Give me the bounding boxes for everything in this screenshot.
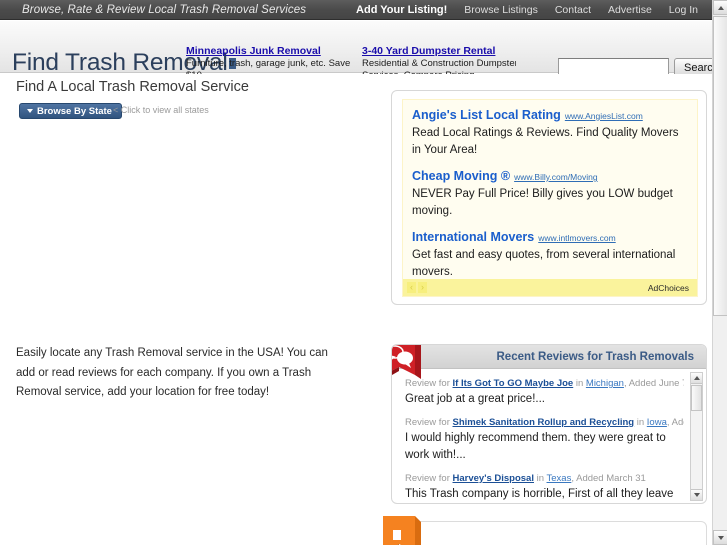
- review-company-link[interactable]: If Its Got To GO Maybe Joe: [453, 378, 574, 389]
- sidebar-ad-2-title[interactable]: Cheap Moving ®: [412, 169, 510, 183]
- sidebar-ad-3-title[interactable]: International Movers: [412, 230, 534, 244]
- nav-link-log-in[interactable]: Log In: [669, 4, 698, 16]
- sidebar-ad-3-url[interactable]: www.intlmovers.com: [538, 233, 615, 243]
- review-body: Great job at a great price!...: [405, 393, 545, 405]
- header-ad-1-title[interactable]: Minneapolis Junk Removal: [186, 45, 358, 57]
- recent-reviews-title: Recent Reviews for Trash Removals: [496, 350, 695, 363]
- sidebar-adchoices[interactable]: AdChoices: [648, 283, 691, 293]
- sidebar-ad-pager[interactable]: ‹ ›: [407, 282, 427, 293]
- site-masthead: Find Trash Removal Minneapolis Junk Remo…: [0, 21, 727, 93]
- arrow-up-icon: [717, 5, 724, 10]
- review-label-in: in: [536, 473, 545, 484]
- sidebar-ad-1-url[interactable]: www.AngiesList.com: [565, 111, 643, 121]
- review-meta: Review for Shimek Sanitation Rollup and …: [405, 417, 684, 428]
- bottom-panel-ribbon-icon: [383, 516, 421, 545]
- nav-link-browse-listings[interactable]: Browse Listings: [464, 4, 538, 16]
- review-label-in: in: [575, 378, 584, 389]
- reviews-scrollbar[interactable]: [690, 372, 703, 501]
- review-state-link[interactable]: Michigan: [586, 378, 624, 389]
- arrow-down-icon: [693, 493, 700, 497]
- sidebar-ad-2[interactable]: Cheap Moving ® www.Billy.com/Moving NEVER…: [412, 167, 688, 219]
- ad-pager-prev-icon[interactable]: ‹: [407, 282, 416, 293]
- header-ad-2-title[interactable]: 3-40 Yard Dumpster Rental: [362, 45, 516, 57]
- review-meta: Review for If Its Got To GO Maybe Joe in…: [405, 378, 684, 389]
- review-company-link[interactable]: Shimek Sanitation Rollup and Recycling: [453, 417, 635, 428]
- review-row[interactable]: Review for If Its Got To GO Maybe Joe in…: [405, 378, 684, 408]
- sidebar-ad-3-desc: Get fast and easy quotes, from several i…: [412, 249, 676, 278]
- review-company-link[interactable]: Harvey's Disposal: [453, 473, 534, 484]
- page-title: Find A Local Trash Removal Service: [16, 79, 249, 95]
- sidebar-ad-2-desc: NEVER Pay Full Price! Billy gives you LO…: [412, 188, 673, 217]
- reviews-ribbon-icon: [392, 345, 421, 379]
- sidebar-ad-footer: ‹ › AdChoices: [403, 279, 697, 296]
- arrow-up-icon: [693, 376, 700, 380]
- browse-by-state-button[interactable]: Browse By State: [19, 103, 122, 119]
- review-added-date: Added June 7: [628, 378, 684, 389]
- sidebar-ad-1-desc: Read Local Ratings & Reviews. Find Quali…: [412, 127, 679, 156]
- site-tagline: Browse, Rate & Review Local Trash Remova…: [22, 3, 307, 16]
- sidebar-ad-2-url[interactable]: www.Billy.com/Moving: [514, 172, 597, 182]
- page-scrollbar[interactable]: [712, 0, 727, 545]
- review-label-in: in: [636, 417, 645, 428]
- page-content: Find A Local Trash Removal Service Brows…: [0, 74, 712, 545]
- nav-link-advertise[interactable]: Advertise: [608, 4, 652, 16]
- browse-by-state-label: Browse By State: [37, 105, 112, 117]
- sidebar-ad-list: Angie's List Local Rating www.AngiesList.…: [402, 99, 698, 297]
- sidebar-ad-1-title[interactable]: Angie's List Local Rating: [412, 108, 561, 122]
- review-comma: ,: [666, 417, 670, 428]
- reviews-scroll-up-button[interactable]: [691, 373, 702, 384]
- sidebar-adchoices-label: AdChoices: [647, 282, 689, 293]
- sidebar-ad-3[interactable]: International Movers www.intlmovers.com G…: [412, 228, 688, 280]
- arrow-down-icon: [717, 535, 724, 540]
- review-comma: ,: [571, 473, 574, 484]
- review-label-review-for: Review for: [405, 473, 450, 484]
- sidebar-ad-1[interactable]: Angie's List Local Rating www.AngiesList.…: [412, 106, 688, 158]
- recent-reviews-header: Recent Reviews for Trash Removals: [392, 345, 706, 369]
- review-label-review-for: Review for: [405, 417, 450, 428]
- nav-link-contact[interactable]: Contact: [555, 4, 591, 16]
- nav-link-add-your-listing[interactable]: Add Your Listing!: [356, 4, 447, 16]
- review-added-date: Added June 2: [671, 417, 684, 428]
- page-scroll-thumb[interactable]: [713, 16, 727, 316]
- reviews-scroll-down-button[interactable]: [691, 489, 702, 500]
- review-body: I would highly recommend them. they were…: [405, 432, 666, 461]
- ad-pager-next-icon[interactable]: ›: [418, 282, 427, 293]
- recent-reviews-panel: Recent Reviews for Trash Removals Review…: [391, 344, 707, 504]
- page-scroll-down-button[interactable]: [713, 530, 727, 545]
- chevron-down-icon: [27, 109, 33, 113]
- intro-blurb: Easily locate any Trash Removal service …: [16, 347, 328, 398]
- review-body: This Trash company is horrible, First of…: [405, 488, 674, 500]
- review-state-link[interactable]: Texas: [547, 473, 572, 484]
- page-scroll-up-button[interactable]: [713, 0, 727, 15]
- review-added-date: Added March 31: [576, 473, 646, 484]
- review-meta: Review for Harvey's Disposal in Texas, A…: [405, 473, 684, 484]
- review-row[interactable]: Review for Shimek Sanitation Rollup and …: [405, 417, 684, 464]
- page-root: Browse, Rate & Review Local Trash Remova…: [0, 0, 727, 545]
- browse-by-state-hint: < Click to view all states: [113, 105, 209, 115]
- review-state-link[interactable]: Iowa: [647, 417, 667, 428]
- reviews-scroll-thumb[interactable]: [691, 385, 702, 411]
- top-navigation-bar: Browse, Rate & Review Local Trash Remova…: [0, 0, 712, 20]
- recent-reviews-list: Review for If Its Got To GO Maybe Joe in…: [392, 370, 706, 503]
- top-nav-links: Add Your Listing! Browse Listings Contac…: [356, 4, 698, 16]
- bottom-panel: [383, 516, 707, 545]
- header-ad-2-line1: Residential & Construction Dumpster: [362, 58, 516, 69]
- sidebar-ad-block: Angie's List Local Rating www.AngiesList.…: [391, 90, 707, 305]
- review-comma: ,: [623, 378, 627, 389]
- review-row[interactable]: Review for Harvey's Disposal in Texas, A…: [405, 473, 684, 503]
